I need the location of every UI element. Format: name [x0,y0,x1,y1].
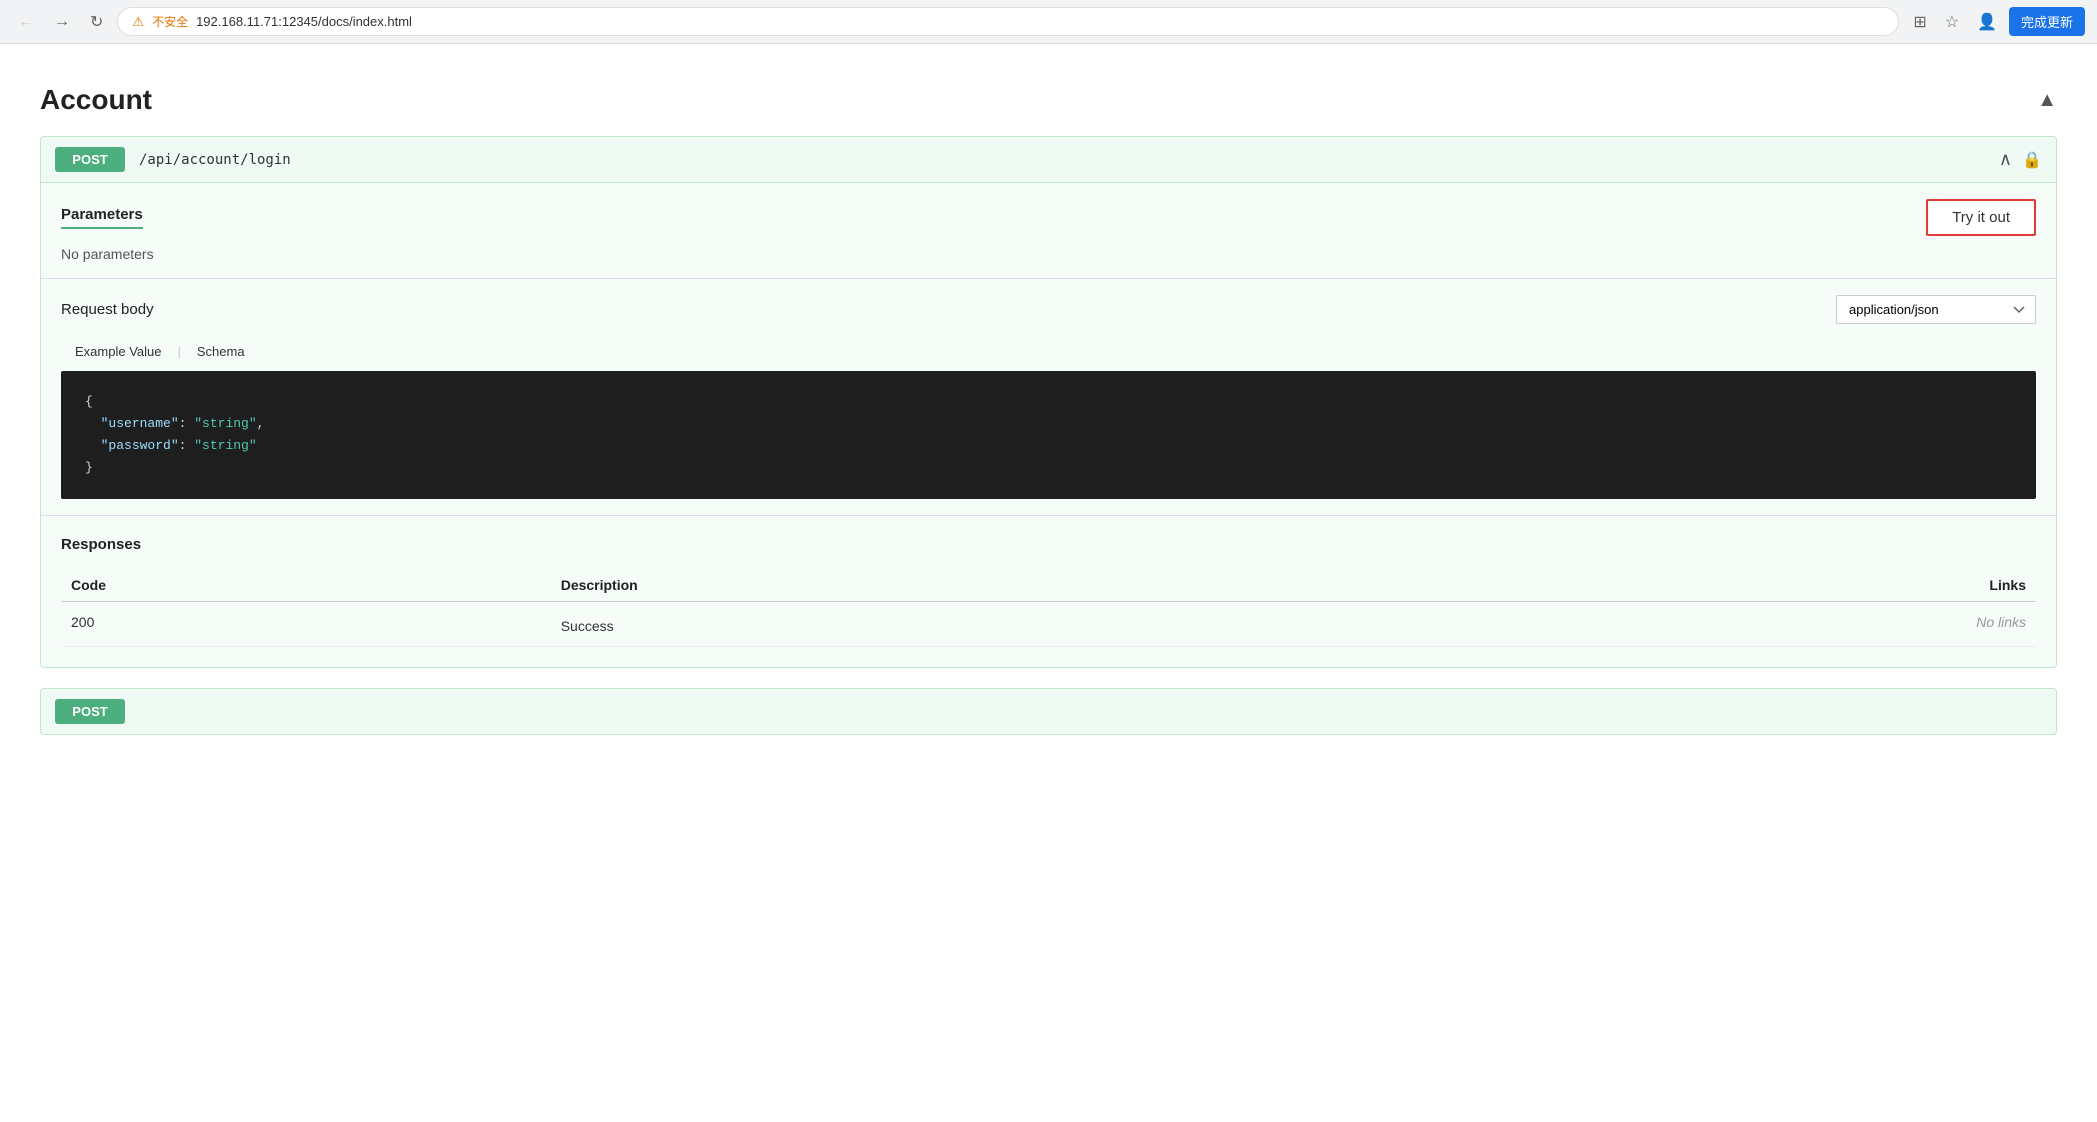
url-text: 192.168.11.71:12345/docs/index.html [196,14,412,29]
response-links: No links [1415,602,2036,647]
example-value-tab[interactable]: Example Value [61,338,175,365]
no-params-text: No parameters [61,246,2036,262]
profile-button[interactable]: 👤 [1971,8,2003,36]
code-colon-1: : [179,416,195,431]
insecure-label: 不安全 [152,13,188,30]
forward-button[interactable]: → [48,9,76,35]
params-header: Parameters Try it out [61,199,2036,236]
responses-table: Code Description Links 200 Success No li… [61,569,2036,647]
browser-chrome: ← → ↻ ⚠ 不安全 192.168.11.71:12345/docs/ind… [0,0,2097,44]
method-badge: POST [55,147,125,172]
code-username-key: "username" [101,416,179,431]
response-description: Success [551,602,1415,647]
table-header-row: Code Description Links [61,569,2036,602]
browser-actions: ⊞ ☆ 👤 完成更新 [1907,7,2085,36]
tab-divider: | [175,338,182,365]
code-brace-open: { [85,394,93,409]
request-body-header: Request body application/json [61,295,2036,324]
warning-icon: ⚠ [132,14,144,30]
code-comma-1: , [257,416,265,431]
responses-section: Responses Code Description Links 200 [41,516,2056,667]
page-content: Account ▲ POST /api/account/login ∧ 🔒 Pa… [0,44,2097,765]
bookmark-button[interactable]: ☆ [1939,8,1965,36]
reload-button[interactable]: ↻ [84,8,109,36]
endpoint-toggle-icon: ∧ [1999,149,2012,170]
responses-title: Responses [61,536,2036,553]
section-header: Account ▲ [40,74,2057,136]
response-code: 200 [61,602,551,647]
parameters-title: Parameters [61,206,143,229]
code-brace-close: } [85,460,93,475]
endpoint-path: /api/account/login [139,152,1989,168]
translate-button[interactable]: ⊞ [1907,8,1932,36]
col-code-header: Code [61,569,551,602]
try-it-out-button[interactable]: Try it out [1926,199,2036,236]
address-bar: ⚠ 不安全 192.168.11.71:12345/docs/index.htm… [117,7,1899,36]
code-colon-2: : [179,438,195,453]
code-password-value: "string" [194,438,256,453]
response-description-text: Success [561,618,1405,634]
request-body-section: Request body application/json Example Va… [41,279,2056,516]
content-type-select[interactable]: application/json [1836,295,2036,324]
schema-tab[interactable]: Schema [183,338,259,365]
back-button[interactable]: ← [12,9,40,35]
complete-update-button[interactable]: 完成更新 [2009,7,2085,36]
endpoint-body: Parameters Try it out No parameters Requ… [41,183,2056,667]
endpoint-block: POST /api/account/login ∧ 🔒 Parameters T… [40,136,2057,668]
col-links-header: Links [1415,569,2036,602]
col-description-header: Description [551,569,1415,602]
code-username-value: "string" [194,416,256,431]
parameters-section: Parameters Try it out No parameters [41,183,2056,279]
code-password-key: "password" [101,438,179,453]
endpoint-header[interactable]: POST /api/account/login ∧ 🔒 [41,137,2056,183]
code-block: { "username": "string", "password": "str… [61,371,2036,499]
collapse-button[interactable]: ▲ [2037,89,2057,112]
section-title: Account [40,84,152,116]
table-row: 200 Success No links [61,602,2036,647]
bottom-method-badge: POST [55,699,125,724]
example-tabs: Example Value | Schema [61,338,2036,365]
request-body-title: Request body [61,301,154,318]
bottom-post-bar: POST [40,688,2057,735]
lock-icon: 🔒 [2022,150,2042,170]
